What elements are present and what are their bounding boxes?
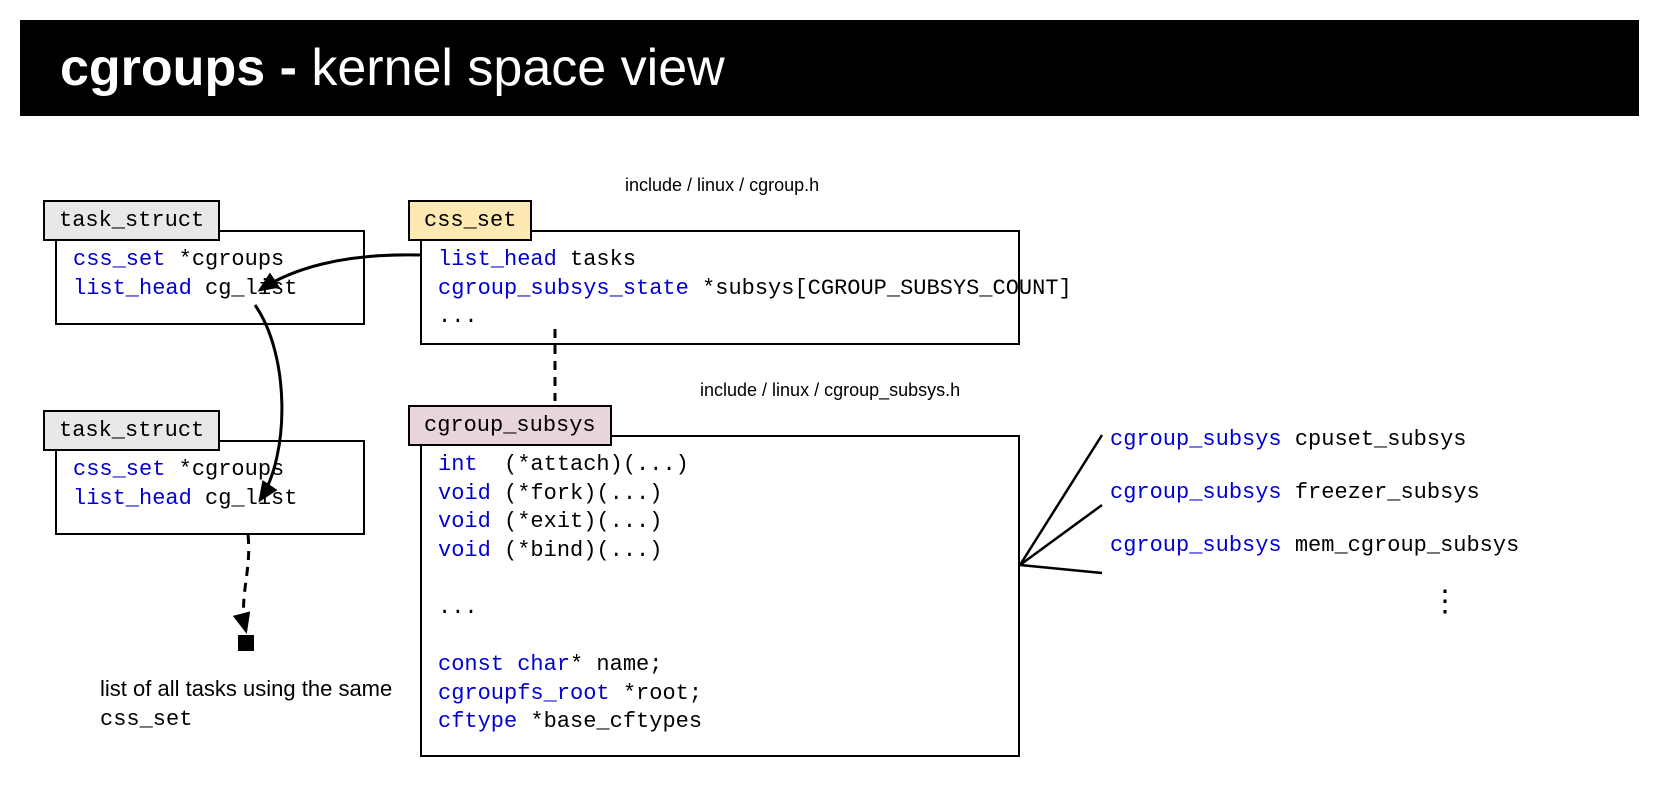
task-struct-box-2: task_struct css_set *cgroups list_head c… bbox=[55, 440, 365, 535]
task-struct-box-1: task_struct css_set *cgroups list_head c… bbox=[55, 230, 365, 325]
instance-row: cgroup_subsys freezer_subsys bbox=[1110, 478, 1650, 509]
css-set-label: css_set bbox=[408, 200, 532, 241]
task-struct-label-1: task_struct bbox=[43, 200, 220, 241]
cgroup-subsys-label: cgroup_subsys bbox=[408, 405, 612, 446]
task-struct-label-2: task_struct bbox=[43, 410, 220, 451]
cgroup-subsys-box: cgroup_subsys int (*attach)(...) void (*… bbox=[420, 435, 1020, 757]
subsys-instance-list: cgroup_subsys cpuset_subsys cgroup_subsy… bbox=[1110, 425, 1650, 625]
css-set-code: list_head tasks cgroup_subsys_state *sub… bbox=[422, 232, 1018, 346]
vertical-ellipsis-icon: ⋮ bbox=[1240, 583, 1650, 625]
diagram-area: task_struct css_set *cgroups list_head c… bbox=[0, 155, 1659, 785]
css-set-box: css_set list_head tasks cgroup_subsys_st… bbox=[420, 230, 1020, 345]
task2-code: css_set *cgroups list_head cg_list bbox=[57, 442, 363, 527]
terminal-square-icon bbox=[238, 635, 254, 651]
caption-text: list of all tasks using the same css_set bbox=[100, 675, 400, 734]
instance-row: cgroup_subsys cpuset_subsys bbox=[1110, 425, 1650, 456]
title-bold: cgroups - bbox=[60, 39, 297, 97]
cgroup-subsys-path: include / linux / cgroup_subsys.h bbox=[700, 380, 960, 401]
css-set-path: include / linux / cgroup.h bbox=[625, 175, 819, 196]
task1-code: css_set *cgroups list_head cg_list bbox=[57, 232, 363, 317]
cgroup-subsys-code: int (*attach)(...) void (*fork)(...) voi… bbox=[422, 437, 1018, 751]
title-rest: kernel space view bbox=[297, 39, 725, 97]
slide-title: cgroups - kernel space view bbox=[20, 20, 1639, 116]
instance-row: cgroup_subsys mem_cgroup_subsys bbox=[1110, 531, 1650, 562]
